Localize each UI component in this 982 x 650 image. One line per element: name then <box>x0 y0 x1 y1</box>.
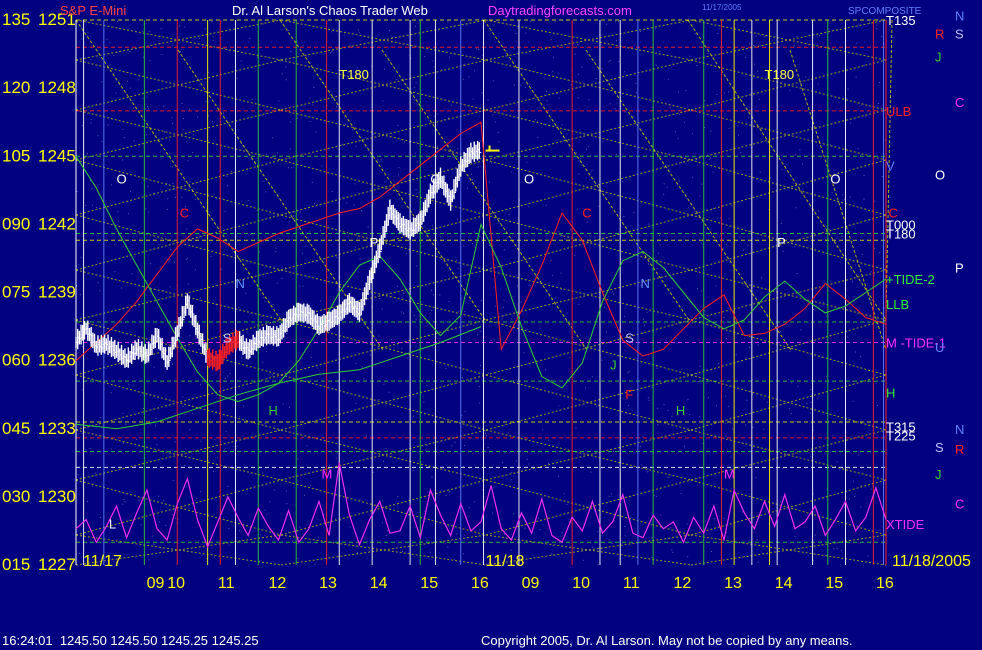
x-tick-label: 09 <box>147 575 165 592</box>
chaos-trader-chart: T180 T180O O O OC C CN NP PS SJFH HM ML T135ULBVT00… <box>0 0 982 650</box>
planet-glyph-label: C <box>955 95 964 110</box>
annotation-label: C <box>582 206 591 221</box>
y-tick-degree-label: 075 <box>2 283 30 302</box>
y-tick-price-label: 1227 <box>38 555 76 574</box>
annotation-label: O <box>430 172 440 187</box>
planet-glyph-label: S <box>935 440 944 455</box>
right-level-label: T225 <box>886 429 916 444</box>
annotation-label: S <box>625 330 634 345</box>
x-tick-label: 12 <box>674 575 692 592</box>
annotation-label: M <box>724 467 735 482</box>
x-tick-label: 16 <box>471 575 489 592</box>
footer-quote: 16:24:01 1245.50 1245.50 1245.25 1245.25 <box>2 633 259 648</box>
planet-glyph-label: J <box>935 467 942 482</box>
x-tick-label: 14 <box>775 575 793 592</box>
x-tick-label: 16 <box>876 575 894 592</box>
x-tick-label: 11 <box>623 575 640 592</box>
header-instrument: S&P E-Mini <box>60 3 126 18</box>
y-tick-price-label: 1245 <box>38 146 76 165</box>
y-tick-price-label: 1233 <box>38 419 76 438</box>
y-tick-degree-label: 135 <box>2 10 30 29</box>
annotation-label: S <box>223 330 232 345</box>
annotation-label: J <box>610 358 617 373</box>
x-date-label: 11/17 <box>83 553 122 570</box>
right-level-label: LLB <box>886 297 909 312</box>
annotation-label: M <box>322 467 333 482</box>
y-tick-degree-label: 045 <box>2 419 30 438</box>
annotation-label: P <box>777 235 786 250</box>
planet-glyph-label: R <box>935 27 944 42</box>
x-date-label: 11/18 <box>486 553 525 570</box>
annotation-label: O <box>830 172 840 187</box>
annotation-label: N <box>235 276 244 291</box>
header-site: Daytradingforecasts.com <box>488 3 632 18</box>
x-tick-label: 13 <box>319 575 337 592</box>
y-tick-degree-label: 030 <box>2 487 30 506</box>
y-tick-degree-label: 105 <box>2 146 30 165</box>
annotation-label: T180 <box>339 67 369 82</box>
y-tick-degree-label: 120 <box>2 78 30 97</box>
header-stamp: 11/17/2005 <box>702 3 742 12</box>
x-tick-label: 13 <box>724 575 742 592</box>
planet-glyph-label: U <box>935 340 944 355</box>
right-level-label: H <box>886 385 895 400</box>
x-tick-label: 10 <box>167 575 185 592</box>
x-tick-label: 15 <box>825 575 843 592</box>
y-tick-price-label: 1236 <box>38 351 76 370</box>
x-tick-label: 14 <box>370 575 388 592</box>
annotation-label: C <box>180 206 189 221</box>
annotation-label: H <box>676 403 685 418</box>
planet-glyph-label: N <box>955 8 964 23</box>
y-tick-price-label: 1242 <box>38 214 76 233</box>
annotation-label: H <box>268 403 277 418</box>
y-tick-degree-label: 015 <box>2 555 30 574</box>
annotation-label: T180 <box>765 67 795 82</box>
right-level-label: T180 <box>886 226 916 241</box>
header-title: Dr. Al Larson's Chaos Trader Web <box>232 3 428 18</box>
planet-glyph-label: S <box>955 27 964 42</box>
x-tick-label: 11 <box>218 575 235 592</box>
x-tick-label: 12 <box>269 575 287 592</box>
y-tick-price-label: 1230 <box>38 487 76 506</box>
y-tick-price-label: 1239 <box>38 283 76 302</box>
annotation-label: N <box>640 276 649 291</box>
x-tick-label: 09 <box>522 575 540 592</box>
planet-glyph-label: N <box>955 422 964 437</box>
x-tick-label: 10 <box>572 575 590 592</box>
right-level-label: XTIDE <box>886 517 925 532</box>
planet-glyph-label: C <box>955 497 964 512</box>
x-tick-label: 15 <box>420 575 438 592</box>
planet-glyph-label: R <box>955 442 964 457</box>
footer-copyright: Copyright 2005, Dr. Al Larson. May not b… <box>481 633 852 648</box>
x-date-label: 11/18/2005 <box>892 553 971 570</box>
right-level-label: V <box>886 158 895 173</box>
right-level-label: +TIDE-2 <box>886 272 935 287</box>
annotation-label: F <box>625 387 633 402</box>
annotation-label: L <box>109 517 116 532</box>
planet-glyph-label: J <box>935 49 942 64</box>
right-level-label: ULB <box>886 104 911 119</box>
planet-glyph-label: O <box>935 167 945 182</box>
annotation-label: O <box>117 172 127 187</box>
y-tick-price-label: 1248 <box>38 78 76 97</box>
y-tick-degree-label: 090 <box>2 214 30 233</box>
header-corner-label: SPCOMPOSITE <box>848 6 922 17</box>
planet-glyph-label: P <box>955 261 964 276</box>
y-tick-degree-label: 060 <box>2 351 30 370</box>
annotation-label: P <box>370 235 379 250</box>
annotation-label: O <box>524 172 534 187</box>
